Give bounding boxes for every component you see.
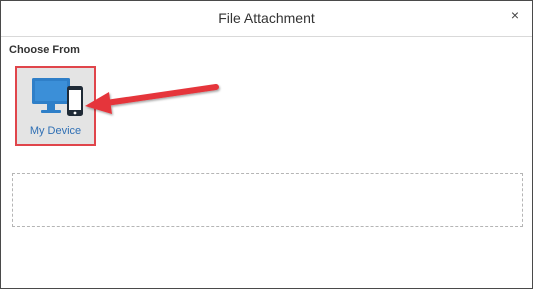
monitor-phone-icon bbox=[32, 78, 83, 116]
file-drop-zone[interactable] bbox=[12, 173, 523, 227]
dialog-header: File Attachment × bbox=[1, 1, 532, 37]
my-device-label: My Device bbox=[29, 125, 82, 137]
dialog-title: File Attachment bbox=[218, 10, 315, 26]
choose-from-label: Choose From bbox=[9, 44, 80, 56]
my-device-button[interactable]: My Device bbox=[15, 66, 96, 146]
close-icon[interactable]: × bbox=[507, 7, 523, 23]
file-attachment-dialog: File Attachment × Choose From My Device bbox=[0, 0, 533, 289]
